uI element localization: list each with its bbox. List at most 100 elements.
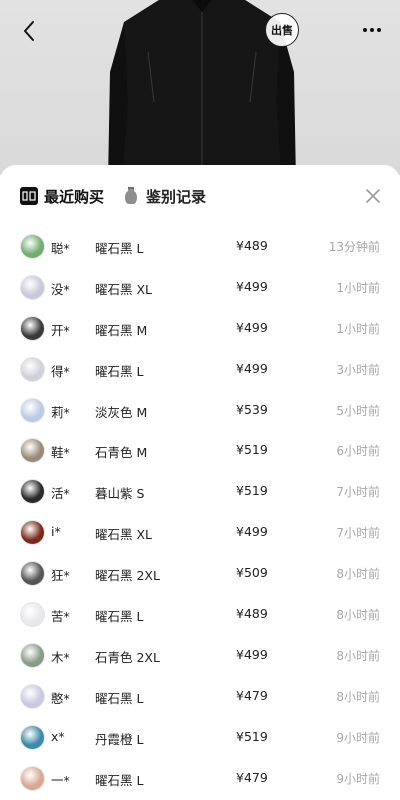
price: ¥489 xyxy=(236,238,268,253)
brand-logo-icon xyxy=(20,187,38,205)
time-ago: 9小时前 xyxy=(336,730,380,745)
avatar[interactable] xyxy=(20,724,45,750)
price: ¥519 xyxy=(236,483,268,499)
purchase-records-sheet: 最近购买 鉴别记录 聪* 曜石黑 L ¥489 13分钟前没* 曜石黑 XL ¥499 1小… xyxy=(0,165,400,800)
time-ago: 8小时前 xyxy=(336,567,380,582)
user-name: 鞋* xyxy=(51,445,70,461)
list-item[interactable]: 活* 暮山紫 S ¥519 7小时前 xyxy=(0,472,400,513)
price: ¥519 xyxy=(236,442,268,458)
user-name: 得* xyxy=(51,363,70,379)
tab-label: 最近购买 xyxy=(44,187,105,206)
avatar[interactable] xyxy=(20,642,45,668)
list-item[interactable]: 狂* 曜石黑 2XL ¥509 8小时前 xyxy=(0,554,400,595)
price: ¥499 xyxy=(236,646,268,662)
list-item[interactable]: 憨* 曜石黑 L ¥479 8小时前 xyxy=(0,677,400,718)
time-ago: 6小时前 xyxy=(336,444,380,459)
user-name: 憨* xyxy=(51,690,70,706)
color-size: 石青色 2XL xyxy=(95,649,160,665)
time-ago: 7小时前 xyxy=(336,485,380,500)
avatar[interactable] xyxy=(20,765,45,791)
avatar[interactable] xyxy=(20,274,45,300)
color-size: 曜石黑 2XL xyxy=(95,568,160,584)
user-name: 苦* xyxy=(51,609,70,625)
color-size: 曜石黑 L xyxy=(95,241,144,256)
avatar[interactable] xyxy=(20,315,45,341)
sheet-header: 最近购买 鉴别记录 xyxy=(0,165,400,227)
user-name: x* xyxy=(51,728,65,744)
more-menu-button[interactable] xyxy=(356,18,388,42)
user-name: 活* xyxy=(51,486,70,502)
price: ¥499 xyxy=(236,524,268,540)
time-ago: 7小时前 xyxy=(336,526,380,541)
price: ¥509 xyxy=(236,565,268,581)
avatar[interactable] xyxy=(20,602,45,628)
color-size: 石青色 M xyxy=(95,445,148,461)
list-item[interactable]: 没* 曜石黑 XL ¥499 1小时前 xyxy=(0,268,400,309)
avatar[interactable] xyxy=(20,397,45,423)
sell-button[interactable]: 出售 xyxy=(265,13,299,47)
list-item[interactable]: 一* 曜石黑 L ¥479 9小时前 xyxy=(0,759,400,800)
price: ¥489 xyxy=(236,606,268,622)
color-size: 曜石黑 XL xyxy=(95,281,153,297)
list-item[interactable]: x* 丹霞橙 L ¥519 9小时前 xyxy=(0,718,400,759)
time-ago: 8小时前 xyxy=(336,608,380,623)
color-size: 曜石黑 L xyxy=(95,772,144,788)
list-item[interactable]: 木* 石青色 2XL ¥499 8小时前 xyxy=(0,636,400,677)
user-name: 一* xyxy=(51,772,70,788)
tab-recent-purchases[interactable]: 最近购买 xyxy=(20,183,104,209)
color-size: 丹霞橙 L xyxy=(95,731,144,747)
price: ¥499 xyxy=(236,319,268,335)
avatar[interactable] xyxy=(20,438,45,464)
back-button[interactable] xyxy=(14,16,44,46)
avatar[interactable] xyxy=(20,479,45,505)
chevron-left-icon xyxy=(24,21,34,41)
time-ago: 5小时前 xyxy=(336,403,380,418)
user-name: 狂* xyxy=(51,568,70,584)
time-ago: 9小时前 xyxy=(336,771,380,786)
time-ago: 1小时前 xyxy=(336,321,380,336)
more-dots-icon xyxy=(363,28,381,32)
vase-icon xyxy=(125,187,137,204)
time-ago: 8小时前 xyxy=(336,648,380,663)
sell-label: 出售 xyxy=(271,24,293,37)
avatar[interactable] xyxy=(20,356,45,382)
price: ¥519 xyxy=(236,728,268,744)
avatar[interactable] xyxy=(20,520,45,546)
top-bar: 出售 xyxy=(0,0,400,60)
price: ¥499 xyxy=(236,360,268,376)
time-ago: 13分钟前 xyxy=(328,240,380,254)
list-item[interactable]: i* 曜石黑 XL ¥499 7小时前 xyxy=(0,513,400,554)
color-size: 暮山紫 S xyxy=(95,486,145,502)
price: ¥539 xyxy=(236,401,268,417)
list-item[interactable]: 聪* 曜石黑 L ¥489 13分钟前 xyxy=(0,227,400,268)
avatar[interactable] xyxy=(20,561,45,587)
time-ago: 8小时前 xyxy=(336,689,380,704)
product-image[interactable]: 出售 xyxy=(0,0,400,175)
tab-label: 鉴别记录 xyxy=(146,187,207,206)
list-item[interactable]: 得* 曜石黑 L ¥499 3小时前 xyxy=(0,350,400,391)
price: ¥479 xyxy=(236,769,268,785)
color-size: 曜石黑 L xyxy=(95,690,144,706)
user-name: i* xyxy=(51,524,61,540)
list-item[interactable]: 鞋* 石青色 M ¥519 6小时前 xyxy=(0,431,400,472)
time-ago: 1小时前 xyxy=(336,280,380,295)
list-item[interactable]: 开* 曜石黑 M ¥499 1小时前 xyxy=(0,309,400,350)
close-icon xyxy=(366,189,380,203)
product-page: 出售 最近购买 鉴别记录 聪* 曜石黑 L ¥489 13分钟前 没* 曜石黑 … xyxy=(0,0,400,800)
purchase-record-list: 聪* 曜石黑 L ¥489 13分钟前 没* 曜石黑 XL ¥499 1小时前 开* 曜石黑 M ¥… xyxy=(0,227,400,799)
list-item[interactable]: 莉* 淡灰色 M ¥539 5小时前 xyxy=(0,391,400,432)
price: ¥479 xyxy=(236,687,268,703)
user-name: 没* xyxy=(51,281,70,297)
user-name: 开* xyxy=(51,322,70,338)
user-name: 莉* xyxy=(51,404,70,420)
price: ¥499 xyxy=(236,278,268,294)
color-size: 淡灰色 M xyxy=(95,404,148,420)
user-name: 木* xyxy=(51,649,70,665)
color-size: 曜石黑 XL xyxy=(95,527,153,543)
avatar[interactable] xyxy=(20,683,45,709)
list-item[interactable]: 苦* 曜石黑 L ¥489 8小时前 xyxy=(0,595,400,636)
user-name: 聪* xyxy=(51,241,70,256)
tab-authentication-records[interactable]: 鉴别记录 xyxy=(122,183,206,209)
avatar[interactable] xyxy=(20,234,45,259)
close-button[interactable] xyxy=(360,183,386,209)
